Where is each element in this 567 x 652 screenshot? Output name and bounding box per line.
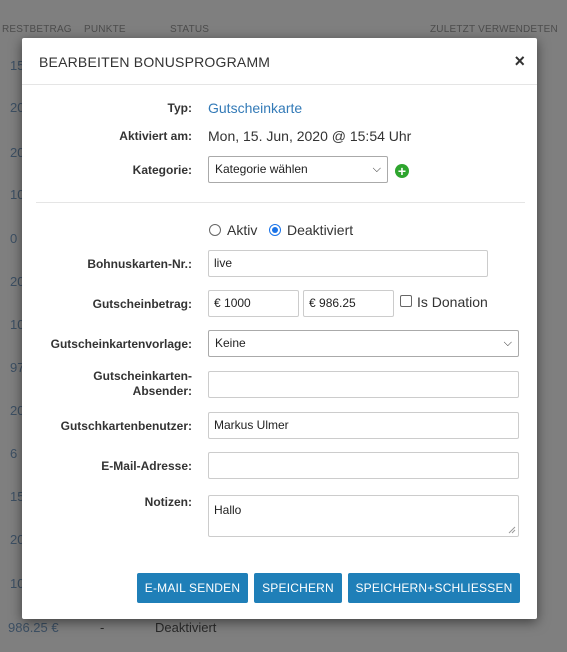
sender-input[interactable] [208, 371, 519, 398]
notes-value: Hallo [214, 503, 242, 517]
type-link[interactable]: Gutscheinkarte [208, 100, 302, 116]
sender-label-line1: Gutscheinkarten- [93, 369, 192, 383]
notes-label: Notizen: [144, 495, 192, 509]
save-close-button[interactable]: SPEICHERN+SCHLIESSEN [348, 573, 520, 603]
donation-checkbox[interactable] [400, 295, 412, 307]
category-select-value: Kategorie wählen [215, 162, 308, 176]
resize-handle-icon[interactable] [508, 526, 516, 534]
template-label: Gutscheinkartenvorlage: [50, 337, 192, 351]
type-label: Typ: [167, 101, 192, 115]
email-input[interactable] [208, 452, 519, 479]
amount-initial-value: 1000 [224, 296, 251, 310]
chevron-down-icon: ⌵ [372, 163, 381, 175]
radio-aktiv[interactable] [209, 224, 221, 236]
template-select[interactable]: Keine ⌵ [208, 330, 519, 357]
modal-header: BEARBEITEN BONUSPROGRAMM × [22, 38, 537, 85]
sender-label-line2: Absender: [132, 384, 192, 398]
amount-remaining-value: 986.25 [319, 296, 356, 310]
modal-title: BEARBEITEN BONUSPROGRAMM [39, 54, 271, 70]
save-button[interactable]: SPEICHERN [254, 573, 342, 603]
amount-label: Gutscheinbetrag: [92, 297, 192, 311]
amount-remaining-input[interactable]: € 986.25 [303, 290, 394, 317]
activated-label: Aktiviert am: [119, 129, 192, 143]
chevron-down-icon: ⌵ [503, 337, 512, 349]
currency-symbol: € [214, 296, 221, 310]
email-label: E-Mail-Adresse: [101, 459, 192, 473]
notes-textarea[interactable]: Hallo [208, 495, 519, 537]
category-label: Kategorie: [132, 163, 192, 177]
add-category-icon[interactable]: + [395, 164, 409, 178]
activated-value: Mon, 15. Jun, 2020 @ 15:54 Uhr [208, 128, 412, 144]
donation-label[interactable]: Is Donation [417, 294, 488, 310]
edit-bonus-program-modal: BEARBEITEN BONUSPROGRAMM × Typ: Gutschei… [22, 38, 537, 619]
card-number-input[interactable]: live [208, 250, 488, 277]
template-select-value: Keine [215, 336, 246, 350]
send-email-button[interactable]: E-MAIL SENDEN [137, 573, 248, 603]
category-select[interactable]: Kategorie wählen ⌵ [208, 156, 388, 183]
close-icon[interactable]: × [514, 52, 525, 70]
radio-deaktiviert[interactable] [269, 224, 281, 236]
sender-label: Gutscheinkarten- Absender: [93, 369, 192, 399]
radio-deaktiviert-label[interactable]: Deaktiviert [287, 222, 353, 238]
amount-initial-input[interactable]: € 1000 [208, 290, 299, 317]
divider [36, 202, 525, 203]
currency-symbol: € [309, 296, 316, 310]
card-number-label: Bohnuskarten-Nr.: [87, 257, 192, 271]
user-input[interactable]: Markus Ulmer [208, 412, 519, 439]
user-label: Gutschkartenbenutzer: [60, 419, 192, 433]
radio-aktiv-label[interactable]: Aktiv [227, 222, 257, 238]
